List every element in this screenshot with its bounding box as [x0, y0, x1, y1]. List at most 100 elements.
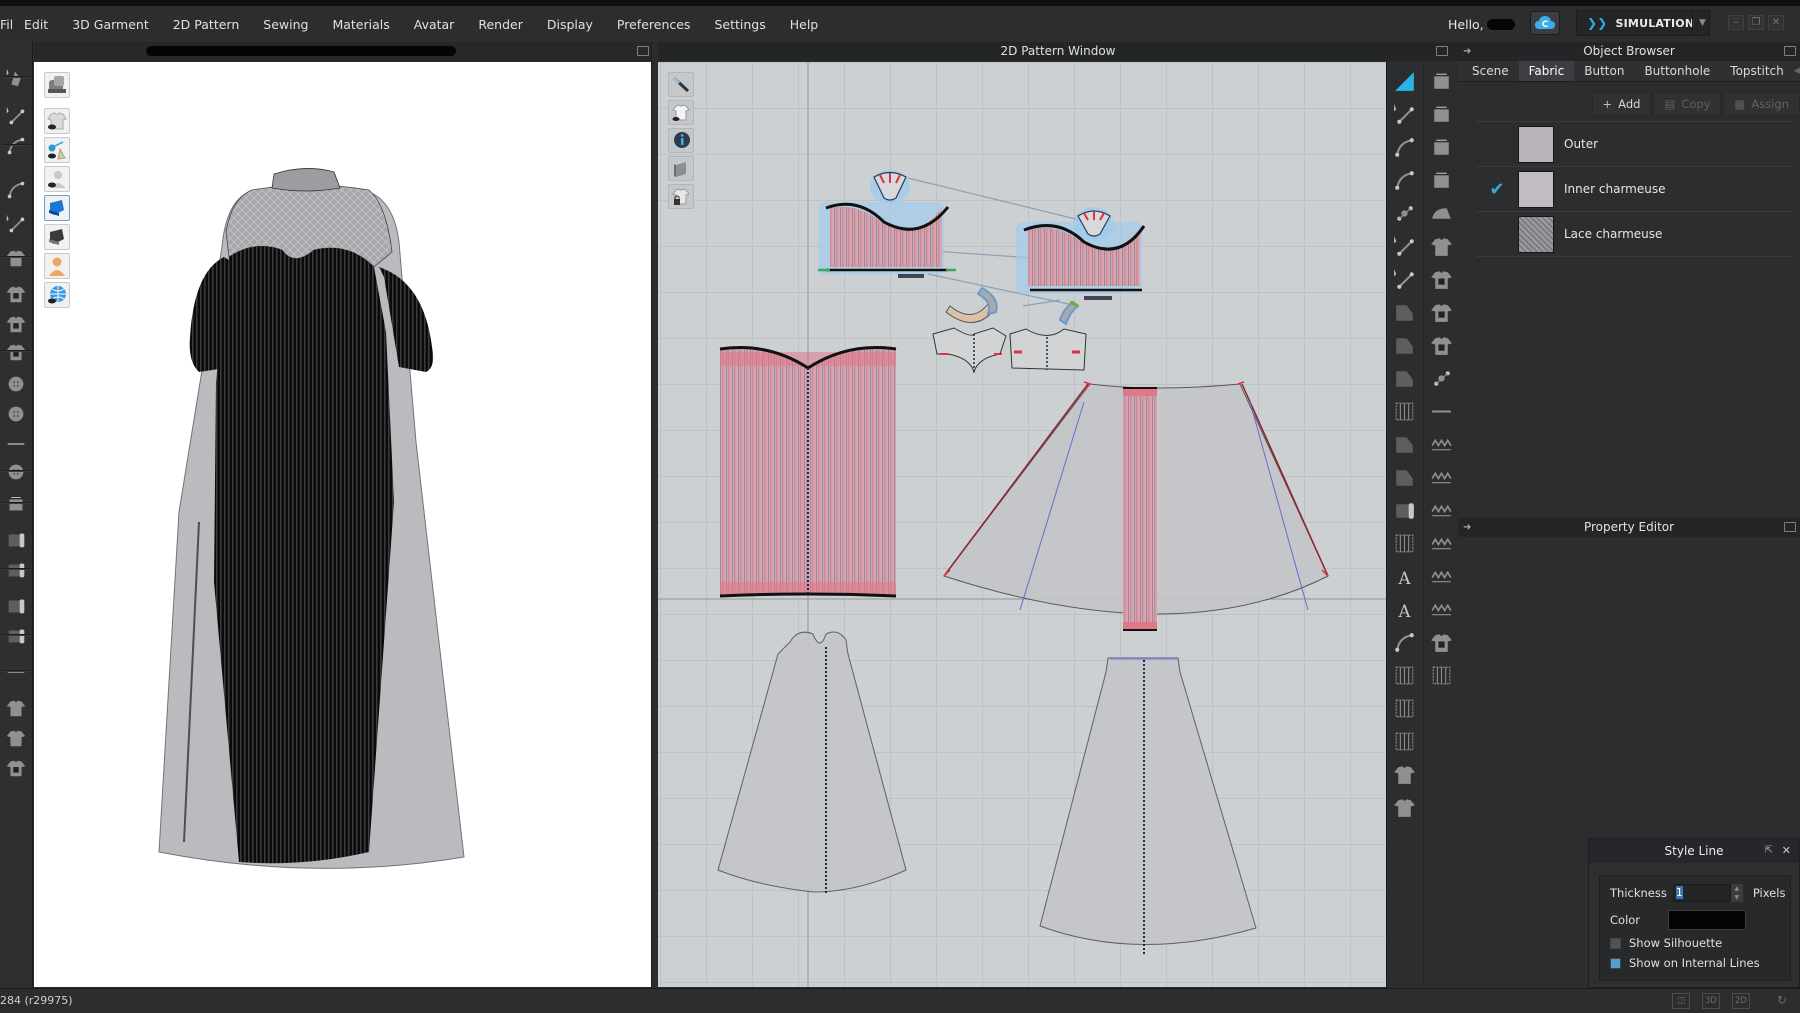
menu-display[interactable]: Display	[535, 17, 605, 32]
dock-arrow-icon[interactable]: ➜	[1463, 42, 1471, 61]
fabric-item[interactable]: Lace charmeuse	[1476, 212, 1792, 257]
cut-line-tool[interactable]	[1391, 233, 1418, 260]
internal-polygon-tool[interactable]	[1391, 365, 1418, 392]
fold-tape-tool[interactable]	[3, 528, 29, 552]
assign-fabric-button[interactable]: ▩ Assign	[1723, 92, 1800, 116]
segment-sewing-tool[interactable]	[3, 134, 29, 158]
add-puckering-tool[interactable]	[1428, 629, 1455, 656]
popout-icon[interactable]	[1784, 46, 1796, 56]
close-window-button[interactable]: ✕	[1768, 15, 1784, 30]
select-mesh-tool[interactable]	[1428, 233, 1455, 260]
pin-mesh-tool[interactable]	[3, 340, 29, 364]
menu-edit[interactable]: Edit	[12, 17, 60, 32]
edit-curve-point-tool[interactable]	[1391, 134, 1418, 161]
select-area-tool[interactable]	[1428, 662, 1455, 689]
thickness-spinner[interactable]: ▲ ▼	[1730, 884, 1743, 902]
button-tool-tool[interactable]	[3, 372, 29, 396]
popout-icon[interactable]	[1784, 522, 1796, 532]
stitch-curve-tool[interactable]	[1428, 431, 1455, 458]
3d-view-button[interactable]: 3D	[1702, 993, 1720, 1009]
fold-arrange-tool[interactable]	[3, 246, 29, 270]
segment-topstitch-tool[interactable]	[1428, 530, 1455, 557]
fabric-texture-surface-toggle[interactable]	[44, 195, 70, 221]
thickness-input[interactable]: 1	[1672, 884, 1731, 902]
fabric-item[interactable]: ✔ Inner charmeuse	[1476, 167, 1792, 212]
measure-tool[interactable]	[3, 432, 29, 456]
text-tool[interactable]: A	[1391, 563, 1418, 590]
menu-settings[interactable]: Settings	[702, 17, 777, 32]
color-swatch-button[interactable]	[1668, 910, 1747, 930]
popout-icon[interactable]	[637, 46, 649, 56]
menu-materials[interactable]: Materials	[320, 17, 401, 32]
copy-fabric-button[interactable]: ▤ Copy	[1653, 92, 1722, 116]
tab-topstitch[interactable]: Topstitch	[1720, 61, 1793, 81]
avatar-measure-tool[interactable]	[1391, 794, 1418, 821]
tape-tool[interactable]	[3, 558, 29, 582]
edit-seam-tool[interactable]	[1428, 332, 1455, 359]
pleat-fold-tool[interactable]	[1391, 728, 1418, 755]
menu-preferences[interactable]: Preferences	[605, 17, 703, 32]
show-avatar-toggle[interactable]	[44, 72, 70, 98]
tab-buttonhole[interactable]: Buttonhole	[1634, 61, 1720, 81]
tab-scroll-left-icon[interactable]: ◀	[1794, 66, 1800, 76]
edit-pattern-tool[interactable]	[1391, 101, 1418, 128]
split-view-button[interactable]: ◫	[1672, 993, 1690, 1009]
trim-tool[interactable]	[1391, 761, 1418, 788]
fold-arrangement-tool[interactable]	[1391, 497, 1418, 524]
stitch-line-tool[interactable]	[1428, 398, 1455, 425]
check-sewing-tool[interactable]	[1428, 167, 1455, 194]
edit-pattern-3d-tool[interactable]	[3, 104, 29, 128]
2d-view-button[interactable]: 2D	[1732, 993, 1750, 1009]
menu-file[interactable]: File	[0, 17, 12, 32]
cloud-button[interactable]: C	[1530, 11, 1560, 35]
refresh-icon[interactable]: ↻	[1774, 993, 1790, 1009]
unfold-tool[interactable]	[3, 624, 29, 648]
menu-render[interactable]: Render	[466, 17, 535, 32]
menu-2d-pattern[interactable]: 2D Pattern	[161, 17, 252, 32]
menu-3d-garment[interactable]: 3D Garment	[60, 17, 161, 32]
dock-arrow-icon[interactable]: ➜	[1463, 518, 1471, 537]
popout-icon[interactable]	[1436, 46, 1448, 56]
free-stitch-tool[interactable]	[1428, 464, 1455, 491]
menu-avatar[interactable]: Avatar	[402, 17, 467, 32]
spin-down-icon[interactable]: ▼	[1730, 893, 1743, 902]
simulation-dropdown[interactable]: ▼	[1692, 10, 1712, 36]
select-mesh-tool[interactable]	[3, 282, 29, 306]
avatar-pose-tool[interactable]	[3, 66, 29, 90]
panel-splitter[interactable]	[651, 42, 658, 988]
spin-up-icon[interactable]: ▲	[1730, 884, 1743, 893]
polygon-tool[interactable]	[1391, 299, 1418, 326]
pleat-tool[interactable]	[1391, 695, 1418, 722]
pin-tool[interactable]	[3, 312, 29, 336]
edit-curve-tool[interactable]	[3, 178, 29, 202]
grid-arrange-tool[interactable]	[1391, 662, 1418, 689]
gradient-tool[interactable]	[1391, 629, 1418, 656]
menu-help[interactable]: Help	[778, 17, 831, 32]
tab-button[interactable]: Button	[1574, 61, 1634, 81]
stripe-tool[interactable]	[1391, 530, 1418, 557]
add-fabric-button[interactable]: + Add	[1591, 92, 1652, 116]
pin-tool[interactable]	[1428, 266, 1455, 293]
tack-tool[interactable]	[3, 212, 29, 236]
show-silhouette-checkbox[interactable]	[1610, 937, 1621, 949]
free-topstitch-tool[interactable]	[1428, 563, 1455, 590]
avatar-skin-toggle[interactable]	[44, 253, 70, 279]
topstitch-set-tool[interactable]	[1428, 596, 1455, 623]
fold-3d-tool[interactable]	[3, 594, 29, 618]
environment-toggle[interactable]	[44, 282, 70, 308]
restore-button[interactable]: ❐	[1748, 15, 1764, 30]
add-point-tool[interactable]	[1391, 200, 1418, 227]
simulation-toggle[interactable]: ❯❯ SIMULATION	[1576, 10, 1710, 36]
show-internal-lines-checkbox[interactable]	[1610, 957, 1621, 969]
menu-sewing[interactable]: Sewing	[251, 17, 320, 32]
free-sewing-tool[interactable]	[1428, 101, 1455, 128]
pin-arrange-tool[interactable]	[1428, 299, 1455, 326]
thick-textured-surface-toggle[interactable]	[44, 224, 70, 250]
garment-front-tool[interactable]	[3, 726, 29, 750]
transform-pattern-tool[interactable]	[1391, 68, 1418, 95]
iron-tool[interactable]	[1428, 200, 1455, 227]
shrink-tool[interactable]	[3, 660, 29, 684]
minimize-button[interactable]: –	[1728, 15, 1744, 30]
show-3d-garment-tool[interactable]	[3, 696, 29, 720]
notch-tool[interactable]	[1391, 431, 1418, 458]
